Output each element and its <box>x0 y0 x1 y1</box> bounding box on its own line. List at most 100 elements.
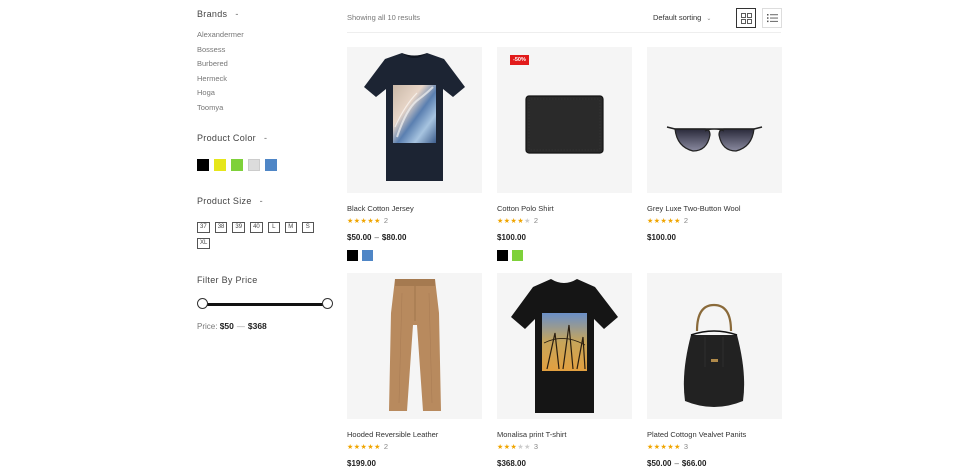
price-low: $50.00 <box>347 233 372 242</box>
bucket-bag-image <box>683 303 745 407</box>
product-swatch-black[interactable] <box>347 250 358 261</box>
collapse-icon[interactable]: - <box>264 133 267 143</box>
price-slider[interactable] <box>197 298 333 310</box>
color-swatch-green[interactable] <box>231 159 243 171</box>
price-dash: – <box>374 233 379 242</box>
product-color-title[interactable]: Product Color - <box>197 133 267 143</box>
product-image-trousers[interactable] <box>347 273 482 419</box>
product-image-bucket-bag[interactable] <box>647 273 782 419</box>
product-color-swatches <box>497 250 523 261</box>
product-price: $50.00– $66.00 <box>647 459 706 468</box>
product-name[interactable]: Grey Luxe Two-Button Wool <box>647 204 741 213</box>
product-price: $100.00 <box>497 233 526 242</box>
star-rating-icon: ★★★★★ <box>497 444 531 451</box>
size-option[interactable]: M <box>284 222 297 233</box>
product-swatch-black[interactable] <box>497 250 508 261</box>
color-swatches <box>197 159 277 171</box>
price-high: $80.00 <box>381 233 407 242</box>
review-count: 2 <box>383 216 389 225</box>
product-price: $368.00 <box>497 459 526 468</box>
size-options: 37 38 39 40 L M S XL <box>197 222 327 249</box>
sorting-label: Default sorting <box>653 13 702 22</box>
chevron-down-icon: ⌄ <box>706 16 712 22</box>
brand-item[interactable]: Hermeck <box>197 73 244 88</box>
price-min: $50 <box>219 321 234 331</box>
product-color-title-label: Product Color <box>197 133 256 143</box>
product-name[interactable]: Black Cotton Jersey <box>347 204 414 213</box>
product-rating: ★★★★★ 3 <box>647 442 688 451</box>
product-name[interactable]: Plated Cottogn Vealvet Panits <box>647 430 746 439</box>
size-option[interactable]: 38 <box>214 222 228 233</box>
product-card: Hooded Reversible Leather ★★★★★ 2 $199.00 <box>347 273 482 468</box>
product-image-wallet[interactable]: -50% <box>497 47 632 193</box>
toolbar-divider <box>347 32 781 33</box>
product-rating: ★★★★★ 2 <box>647 216 688 225</box>
price-dash: – <box>674 459 679 468</box>
review-count: 2 <box>683 216 689 225</box>
color-swatch-blue[interactable] <box>265 159 277 171</box>
product-name[interactable]: Cotton Polo Shirt <box>497 204 554 213</box>
brand-item[interactable]: Hoga <box>197 87 244 102</box>
size-option[interactable]: S <box>301 222 314 233</box>
stars-on: ★★★★★ <box>647 444 681 451</box>
grid-view-icon <box>740 12 752 24</box>
price-max: $368 <box>247 321 267 331</box>
product-price: $199.00 <box>347 459 376 468</box>
product-swatch-blue[interactable] <box>362 250 373 261</box>
size-option[interactable]: XL <box>197 238 211 249</box>
brand-item[interactable]: Toomya <box>197 102 244 117</box>
product-card: Plated Cottogn Vealvet Panits ★★★★★ 3 $50… <box>647 273 782 468</box>
result-count: Showing all 10 results <box>347 13 420 22</box>
product-price: $100.00 <box>647 233 676 242</box>
product-price: $50.00– $80.00 <box>347 233 406 242</box>
star-rating-icon: ★★★★★ <box>647 444 681 451</box>
stars-off: ★★ <box>517 444 531 451</box>
filter-by-price-title: Filter By Price <box>197 275 258 285</box>
brand-item[interactable]: Bossess <box>197 44 244 59</box>
product-rating: ★★★★★ 3 <box>497 442 538 451</box>
product-image-sunglasses[interactable] <box>647 47 782 193</box>
product-card: Grey Luxe Two-Button Wool ★★★★★ 2 $100.00 <box>647 47 782 242</box>
color-swatch-black[interactable] <box>197 159 209 171</box>
price-slider-min-handle[interactable] <box>197 298 208 309</box>
product-rating: ★★★★★ 2 <box>497 216 538 225</box>
collapse-icon[interactable]: - <box>235 9 238 19</box>
product-name[interactable]: Hooded Reversible Leather <box>347 430 438 439</box>
product-size-title[interactable]: Product Size - <box>197 196 263 206</box>
star-rating-icon: ★★★★★ <box>647 218 681 225</box>
list-view-icon <box>766 14 778 23</box>
brand-item[interactable]: Alexandermer <box>197 29 244 44</box>
product-card: -50% Cotton Polo Shirt ★★★★★ 2 $100.00 <box>497 47 632 261</box>
brands-title[interactable]: Brands - <box>197 9 239 19</box>
product-color-swatches <box>347 250 373 261</box>
tshirt-graphic-image <box>364 53 465 181</box>
size-option[interactable]: 40 <box>250 222 263 233</box>
price-high: $66.00 <box>681 459 707 468</box>
product-rating: ★★★★★ 2 <box>347 216 388 225</box>
review-count: 3 <box>683 442 689 451</box>
size-option[interactable]: L <box>267 222 280 233</box>
color-swatch-yellow[interactable] <box>214 159 226 171</box>
color-swatch-grey[interactable] <box>248 159 260 171</box>
stars-on: ★★★★ <box>497 218 525 225</box>
review-count: 2 <box>383 442 389 451</box>
size-option[interactable]: 39 <box>232 222 246 233</box>
price-slider-max-handle[interactable] <box>322 298 333 309</box>
list-view-button[interactable] <box>762 8 782 28</box>
brand-list: Alexandermer Bossess Burbered Hermeck Ho… <box>197 29 244 116</box>
grid-view-button[interactable] <box>736 8 756 28</box>
stars-off: ★ <box>524 218 531 225</box>
product-image-black-tshirt[interactable] <box>347 47 482 193</box>
product-image-photo-tshirt[interactable] <box>497 273 632 419</box>
sorting-select[interactable]: Default sorting ⌄ <box>653 13 711 22</box>
trousers-image <box>389 279 441 411</box>
stars-on: ★★★ <box>497 444 518 451</box>
brands-title-label: Brands <box>197 9 228 19</box>
product-swatch-green[interactable] <box>512 250 523 261</box>
stars-on: ★★★★★ <box>647 218 681 225</box>
product-name[interactable]: Monalisa print T-shirt <box>497 430 566 439</box>
tshirt-photo-image <box>511 279 618 413</box>
brand-item[interactable]: Burbered <box>197 58 244 73</box>
size-option[interactable]: 37 <box>197 222 210 233</box>
collapse-icon[interactable]: - <box>260 196 263 206</box>
